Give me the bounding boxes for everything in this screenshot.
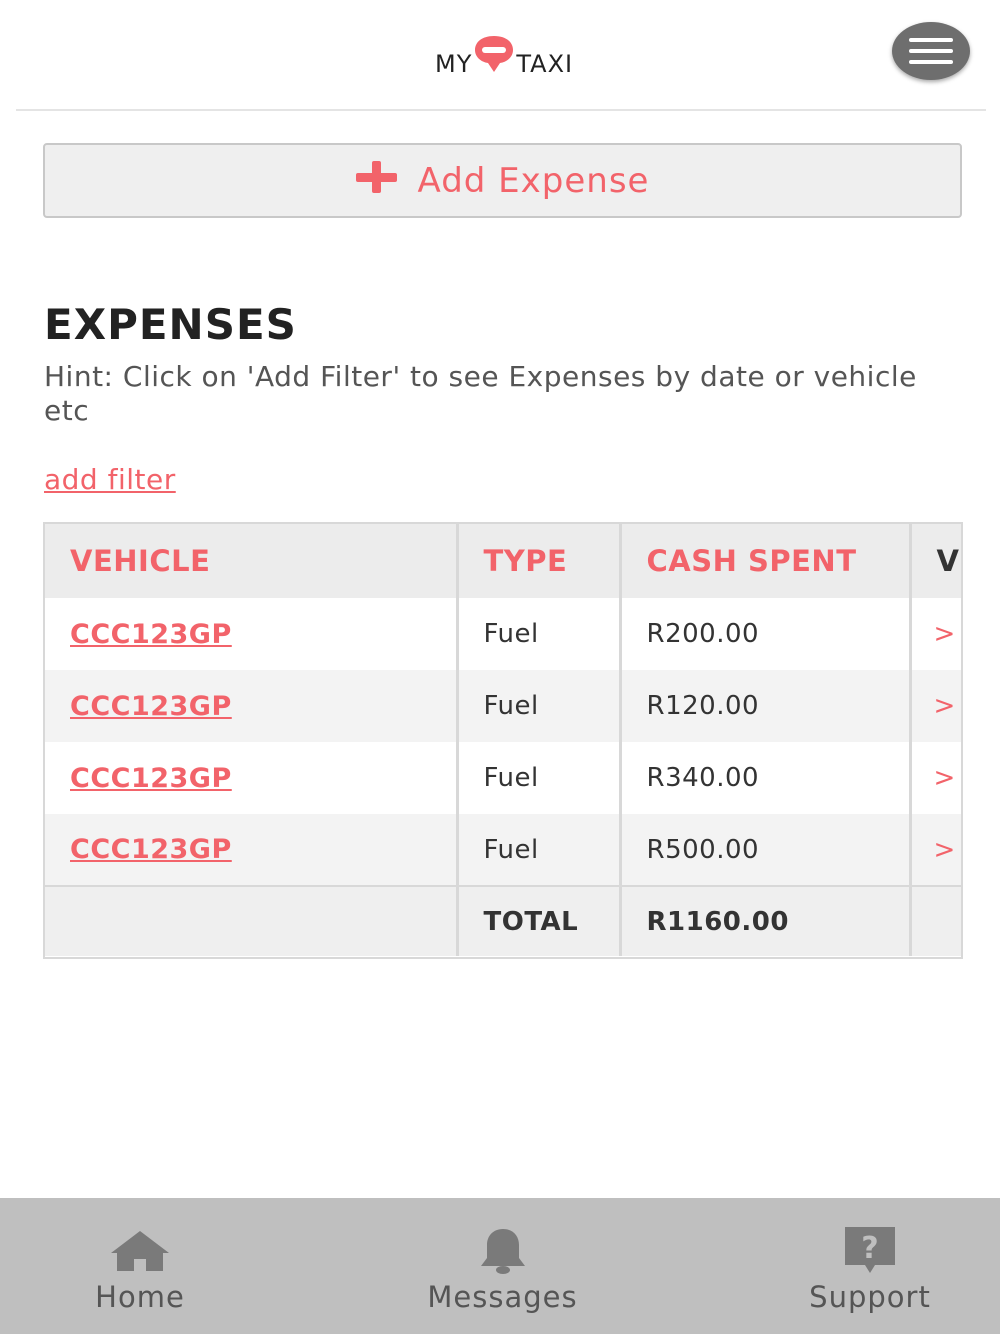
expense-type: Fuel [457,598,622,670]
cash-spent: R500.00 [620,814,912,886]
cash-spent: R340.00 [620,742,912,814]
add-filter-link[interactable]: add filter [44,463,176,496]
table-row[interactable]: CCC123GP Fuel R500.00 > [45,814,961,886]
menu-bar [909,60,953,64]
vehicle-link[interactable]: CCC123GP [45,670,459,742]
nav-label-home: Home [95,1280,185,1314]
cash-spent: R120.00 [620,670,912,742]
expense-type: Fuel [457,814,622,886]
total-value: R1160.00 [620,885,912,956]
total-empty-cell [910,885,961,956]
chevron-right-icon[interactable]: > [910,670,961,742]
app-logo: MY TAXI [435,36,573,76]
add-expense-label: Add Expense [417,160,650,201]
hamburger-menu-button[interactable] [892,22,970,80]
chevron-right-icon[interactable]: > [910,814,961,886]
nav-label-support: Support [809,1280,931,1314]
expense-type: Fuel [457,670,622,742]
expense-type: Fuel [457,742,622,814]
plus-icon [355,160,397,201]
chevron-right-icon[interactable]: > [910,598,961,670]
menu-bar [909,49,953,53]
table-row[interactable]: CCC123GP Fuel R340.00 > [45,742,961,814]
expenses-table-container[interactable]: VEHICLE TYPE CASH SPENT V CCC123GP Fuel … [43,522,963,959]
menu-bar [909,38,953,42]
app-header: MY TAXI [16,0,986,111]
table-row[interactable]: CCC123GP Fuel R200.00 > [45,598,961,670]
filter-hint: Hint: Click on 'Add Filter' to see Expen… [44,360,917,427]
vehicle-link[interactable]: CCC123GP [45,598,459,670]
cash-spent: R200.00 [620,598,912,670]
question-icon: ? [841,1226,899,1276]
column-header-type: TYPE [457,524,622,598]
table-row[interactable]: CCC123GP Fuel R120.00 > [45,670,961,742]
vehicle-link[interactable]: CCC123GP [45,814,459,886]
nav-home[interactable]: Home [70,1198,210,1334]
bell-icon [477,1226,529,1276]
vehicle-link[interactable]: CCC123GP [45,742,459,814]
logo-text-taxi: TAXI [516,50,574,78]
table-header-row: VEHICLE TYPE CASH SPENT V [45,524,961,598]
nav-support[interactable]: ? Support [790,1198,950,1334]
nav-label-messages: Messages [427,1280,578,1314]
total-empty-cell [45,885,459,956]
speech-pin-icon [475,36,514,72]
total-label: TOTAL [457,885,622,956]
home-icon [109,1226,171,1276]
bottom-navigation: Home Messages ? Support [0,1198,1000,1334]
svg-text:?: ? [861,1231,878,1266]
page-title: EXPENSES [44,300,297,349]
add-expense-button[interactable]: Add Expense [43,143,962,218]
total-row: TOTAL R1160.00 [45,885,961,956]
nav-messages[interactable]: Messages [400,1198,605,1334]
column-header-cash-spent: CASH SPENT [620,524,912,598]
chevron-right-icon[interactable]: > [910,742,961,814]
logo-text-my: MY [435,50,473,78]
column-header-truncated: V [910,524,961,598]
expenses-table: VEHICLE TYPE CASH SPENT V CCC123GP Fuel … [45,524,961,956]
column-header-vehicle: VEHICLE [45,524,459,598]
